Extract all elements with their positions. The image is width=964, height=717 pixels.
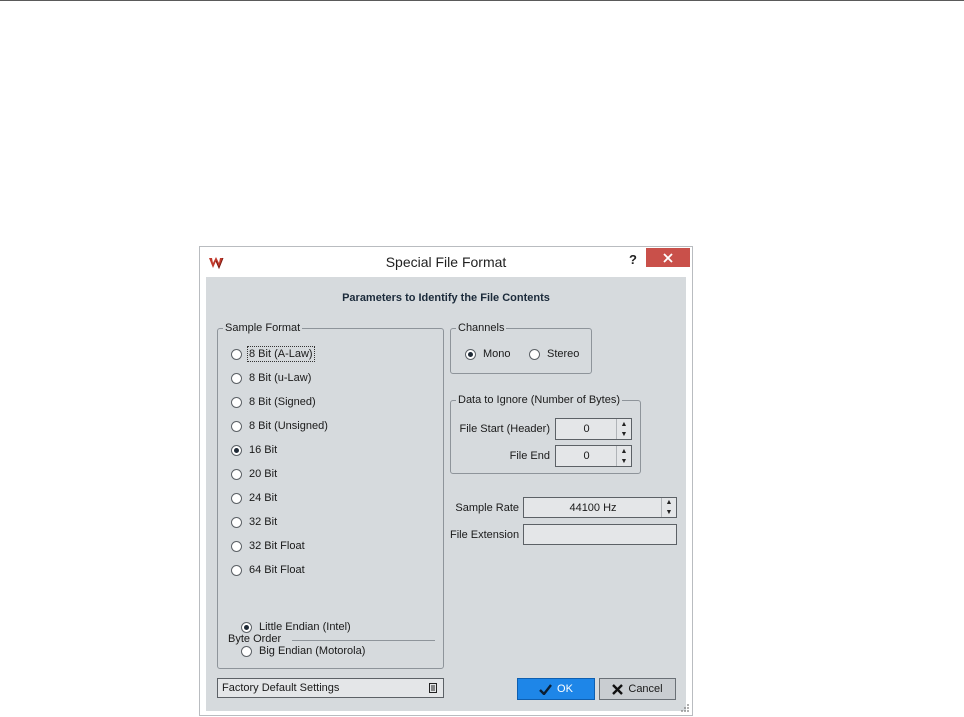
spin-up-icon[interactable]: ▲ xyxy=(662,498,676,508)
close-icon xyxy=(663,252,673,263)
cross-icon xyxy=(612,683,624,695)
cancel-button[interactable]: Cancel xyxy=(599,678,676,700)
radio-label: Stereo xyxy=(547,348,580,360)
radio-button[interactable] xyxy=(529,348,540,360)
cancel-label: Cancel xyxy=(628,683,663,695)
preset-menu-icon[interactable] xyxy=(427,682,439,694)
radio-button[interactable] xyxy=(231,372,242,384)
spin-down-icon[interactable]: ▼ xyxy=(617,456,631,466)
radio-label: 8 Bit (A-Law) xyxy=(247,346,315,362)
preset-value: Factory Default Settings xyxy=(222,682,340,694)
ok-label: OK xyxy=(557,683,573,695)
dialog-heading: Parameters to Identify the File Contents xyxy=(342,292,550,304)
data-to-ignore-label: Data to Ignore (Number of Bytes) xyxy=(456,394,623,407)
close-button[interactable] xyxy=(646,248,690,267)
file-start-label: File Start (Header) xyxy=(459,423,550,435)
file-extension-label: File Extension xyxy=(450,529,520,541)
radio-button[interactable] xyxy=(231,540,242,552)
radio-button[interactable] xyxy=(241,645,252,657)
sample-rate-value: 44100 Hz xyxy=(569,501,617,514)
radio-button[interactable] xyxy=(231,516,242,528)
sample-rate-spinbox[interactable]: 44100 Hz ▲ ▼ xyxy=(523,497,677,518)
radio-32bit-float[interactable]: 32 Bit Float xyxy=(231,538,305,554)
radio-label: 8 Bit (u-Law) xyxy=(249,372,312,384)
radio-label: 20 Bit xyxy=(249,468,278,480)
radio-button[interactable] xyxy=(231,420,242,432)
radio-button[interactable] xyxy=(231,396,242,408)
spin-up-icon[interactable]: ▲ xyxy=(617,419,631,429)
radio-little-endian[interactable]: Little Endian (Intel) xyxy=(241,619,351,635)
dialog-title: Special File Format xyxy=(385,254,507,270)
radio-16bit[interactable]: 16 Bit xyxy=(231,442,277,458)
file-extension-input[interactable] xyxy=(523,524,677,545)
radio-label: Big Endian (Motorola) xyxy=(259,645,366,657)
radio-8bit-ulaw[interactable]: 8 Bit (u-Law) xyxy=(231,370,311,386)
radio-stereo[interactable]: Stereo xyxy=(529,346,579,362)
radio-64bit-float[interactable]: 64 Bit Float xyxy=(231,562,305,578)
radio-button[interactable] xyxy=(231,468,242,480)
dialog-body: Parameters to Identify the File Contents… xyxy=(206,277,686,711)
radio-button[interactable] xyxy=(231,492,242,504)
radio-label: 24 Bit xyxy=(249,492,278,504)
radio-big-endian[interactable]: Big Endian (Motorola) xyxy=(241,643,365,659)
title-bar[interactable]: Special File Format ? xyxy=(200,247,692,277)
help-button[interactable]: ? xyxy=(624,250,642,270)
channels-label: Channels xyxy=(456,322,507,335)
radio-label: 8 Bit (Unsigned) xyxy=(249,420,328,432)
preset-selector[interactable]: Factory Default Settings xyxy=(217,678,444,698)
resize-grip-icon[interactable] xyxy=(680,703,690,713)
radio-8bit-alaw[interactable]: 8 Bit (A-Law) xyxy=(231,346,315,362)
radio-label: 32 Bit Float xyxy=(249,540,305,552)
radio-8bit-unsigned[interactable]: 8 Bit (Unsigned) xyxy=(231,418,328,434)
radio-mono[interactable]: Mono xyxy=(465,346,511,362)
radio-button-selected[interactable] xyxy=(465,348,476,360)
file-end-spinbox[interactable]: 0 ▲ ▼ xyxy=(555,445,632,467)
file-end-value: 0 xyxy=(583,450,590,462)
file-start-spinbox[interactable]: 0 ▲ ▼ xyxy=(555,418,632,440)
radio-label: 64 Bit Float xyxy=(249,564,305,576)
ok-button[interactable]: OK xyxy=(517,678,595,700)
radio-button[interactable] xyxy=(231,564,242,576)
radio-label: Little Endian (Intel) xyxy=(259,621,351,633)
radio-24bit[interactable]: 24 Bit xyxy=(231,490,277,506)
byte-order-divider xyxy=(292,640,435,641)
spin-down-icon[interactable]: ▼ xyxy=(617,429,631,439)
special-file-format-dialog: Special File Format ? Parameters to Iden… xyxy=(199,246,693,716)
radio-label: 16 Bit xyxy=(249,444,278,456)
spin-down-icon[interactable]: ▼ xyxy=(662,508,676,518)
spin-up-icon[interactable]: ▲ xyxy=(617,446,631,456)
radio-button-selected[interactable] xyxy=(231,444,242,456)
radio-8bit-signed[interactable]: 8 Bit (Signed) xyxy=(231,394,316,410)
sample-format-label: Sample Format xyxy=(223,322,303,335)
radio-label: Mono xyxy=(483,348,511,360)
radio-label: 32 Bit xyxy=(249,516,278,528)
checkmark-icon xyxy=(539,683,552,695)
radio-button[interactable] xyxy=(231,348,242,360)
radio-20bit[interactable]: 20 Bit xyxy=(231,466,277,482)
file-end-label: File End xyxy=(509,450,550,462)
radio-32bit[interactable]: 32 Bit xyxy=(231,514,277,530)
radio-label: 8 Bit (Signed) xyxy=(249,396,316,408)
top-border-line xyxy=(0,0,964,1)
sample-rate-label: Sample Rate xyxy=(455,502,519,514)
file-start-value: 0 xyxy=(583,423,590,435)
radio-button-selected[interactable] xyxy=(241,621,252,633)
